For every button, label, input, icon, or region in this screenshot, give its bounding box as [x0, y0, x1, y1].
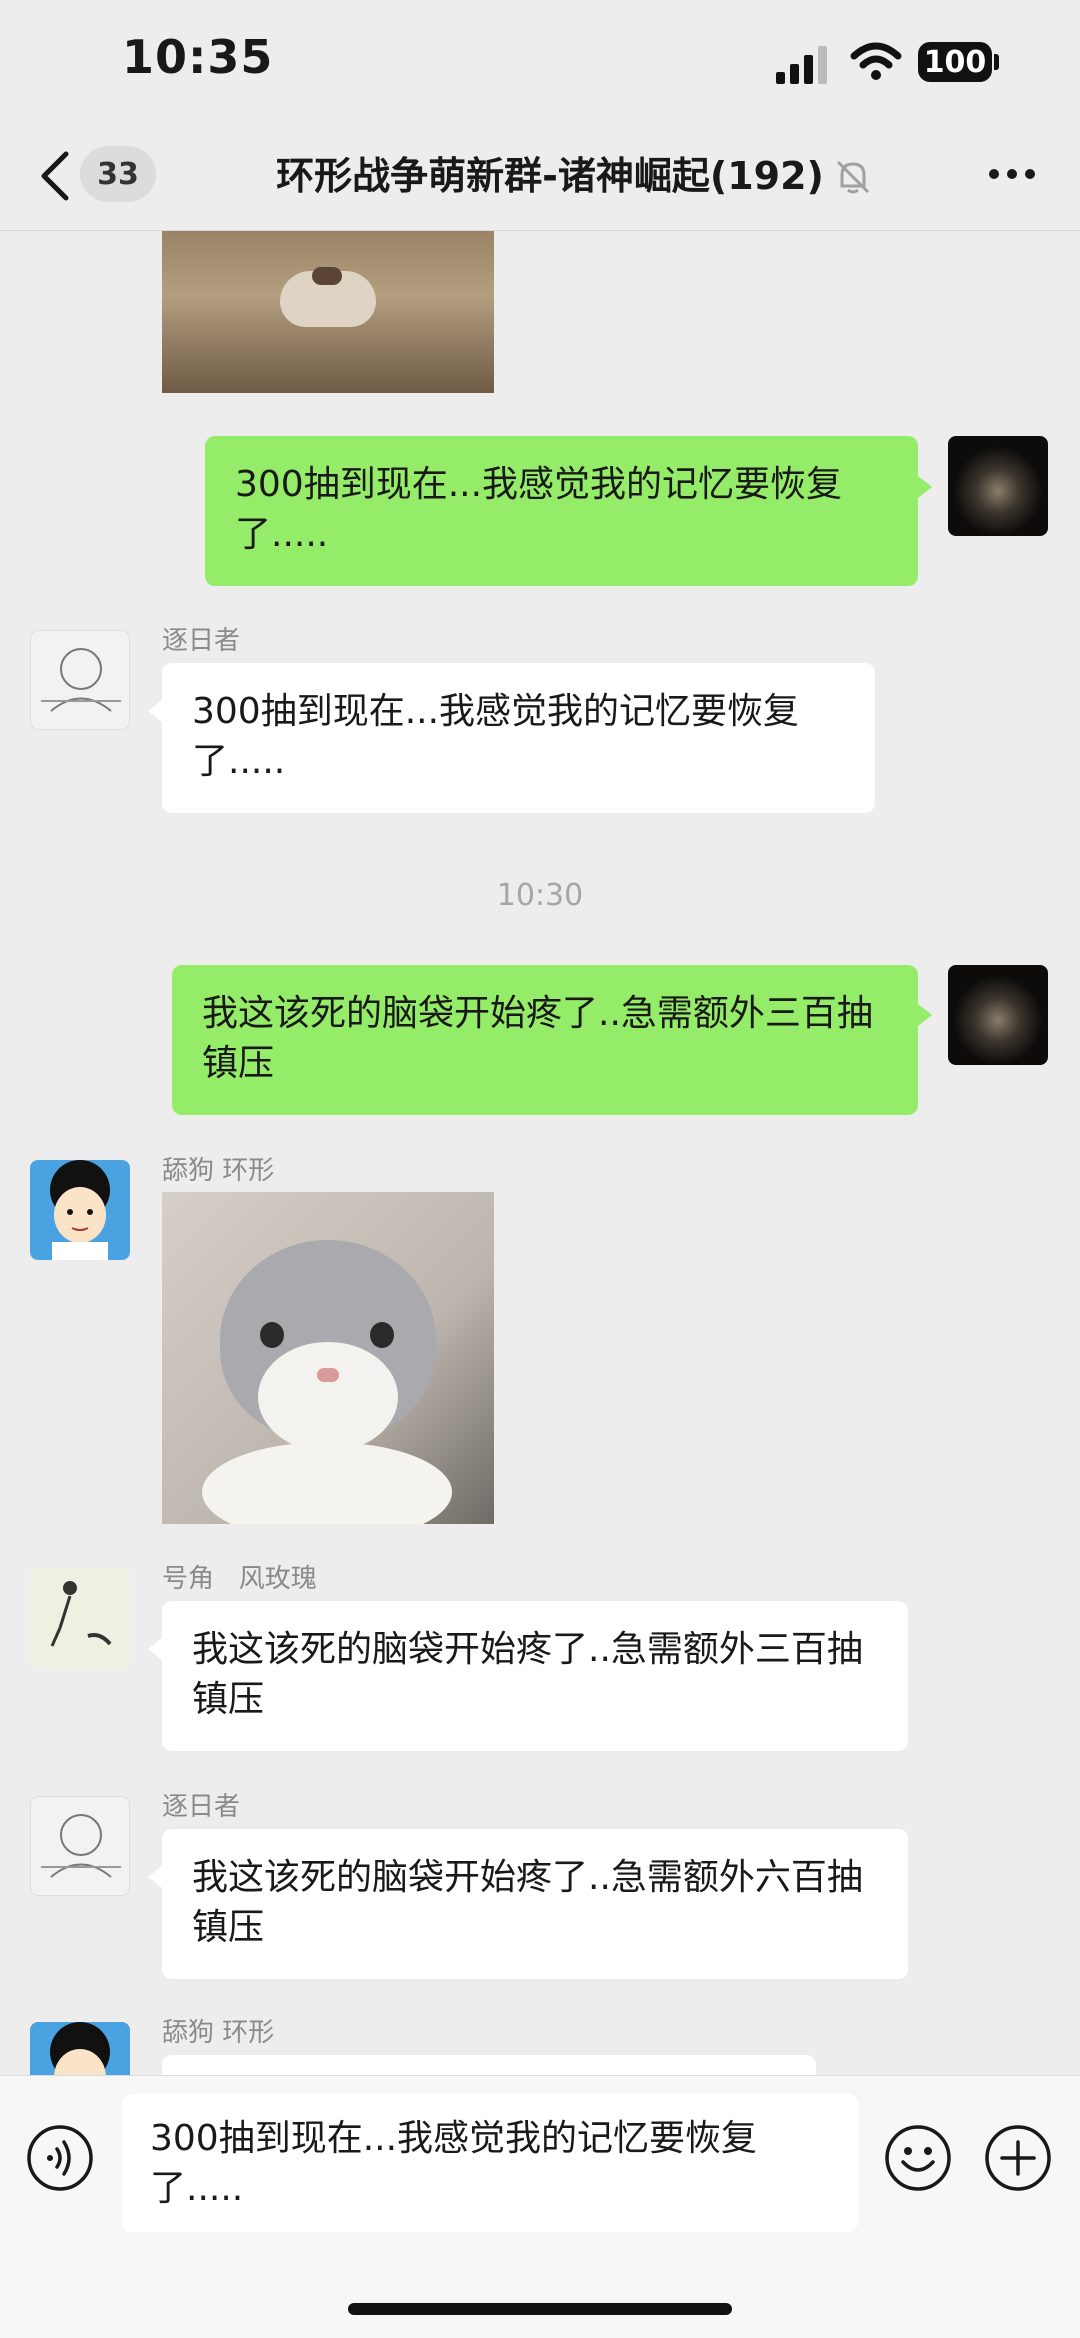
- bubble-tail: [148, 1638, 162, 1660]
- sender-name: 号角 风玫瑰: [162, 1564, 317, 1594]
- message-bubble-other[interactable]: 300抽到现在...我感觉我的记忆要恢复了.....: [162, 663, 875, 813]
- cartoon-boy-icon: [50, 1160, 110, 1260]
- emoji-icon[interactable]: [884, 2124, 952, 2192]
- cat-eye-left: [260, 1322, 284, 1348]
- home-indicator: [348, 2303, 732, 2315]
- sender-name: 逐日者: [162, 1792, 241, 1822]
- message-bubble-other-cropped[interactable]: [162, 2055, 816, 2075]
- more-icon[interactable]: [988, 168, 1036, 180]
- cat-nose: [317, 1368, 339, 1382]
- message-bubble-other[interactable]: 我这该死的脑袋开始疼了..急需额外三百抽镇压: [162, 1601, 908, 1751]
- avatar-tiangou[interactable]: [30, 2022, 130, 2075]
- bubble-tail: [148, 1866, 162, 1888]
- cat-eye-right: [370, 1322, 394, 1348]
- cartoon-boy-icon: [50, 2022, 110, 2075]
- input-bar: 300抽到现在...我感觉我的记忆要恢复了.....: [0, 2075, 1080, 2338]
- sketch-avatar-icon: [41, 1814, 121, 1878]
- sender-name: 逐日者: [162, 626, 241, 656]
- message-bubble-mine[interactable]: 我这该死的脑袋开始疼了..急需额外三百抽镇压: [172, 965, 918, 1115]
- unread-count-badge[interactable]: 33: [80, 146, 156, 202]
- signal-icon: [776, 46, 827, 84]
- bubble-tail: [918, 1004, 932, 1026]
- message-input[interactable]: 300抽到现在...我感觉我的记忆要恢复了.....: [122, 2094, 858, 2232]
- my-avatar[interactable]: [948, 965, 1048, 1065]
- bubble-tail: [918, 476, 932, 498]
- plus-icon[interactable]: [984, 2124, 1052, 2192]
- cat-nose: [312, 267, 342, 285]
- status-time: 10:35: [122, 30, 274, 84]
- mute-bell-icon: [836, 160, 870, 194]
- battery-tip: [994, 54, 999, 70]
- message-bubble-mine[interactable]: 300抽到现在...我感觉我的记忆要恢复了.....: [205, 436, 918, 586]
- message-bubble-other[interactable]: 我这该死的脑袋开始疼了..急需额外六百抽镇压: [162, 1829, 908, 1979]
- time-divider: 10:30: [496, 878, 584, 913]
- sender-name: 舔狗 环形: [162, 1156, 275, 1186]
- chat-title[interactable]: 环形战争萌新群-诸神崛起(192): [200, 148, 900, 204]
- avatar-zhuri[interactable]: [30, 630, 130, 730]
- avatar-tiangou[interactable]: [30, 1160, 130, 1260]
- sketch-avatar-icon: [41, 648, 121, 712]
- battery-indicator: 100: [918, 42, 992, 82]
- cat-body: [202, 1442, 452, 1524]
- back-chevron-icon[interactable]: [36, 150, 72, 202]
- avatar-zhuri[interactable]: [30, 1796, 130, 1896]
- my-avatar[interactable]: [948, 436, 1048, 536]
- sketch-figure-icon: [50, 1581, 112, 1647]
- wifi-icon: [850, 42, 902, 80]
- cat-image[interactable]: [162, 1192, 494, 1524]
- sender-name: 舔狗 环形: [162, 2018, 275, 2048]
- bubble-tail: [148, 700, 162, 722]
- cat-muzzle: [258, 1342, 398, 1452]
- cat-image-cropped[interactable]: [162, 231, 494, 393]
- chat-header: 33 环形战争萌新群-诸神崛起(192): [0, 120, 1080, 231]
- voice-icon[interactable]: [26, 2124, 94, 2192]
- avatar-haojiao[interactable]: [30, 1568, 130, 1668]
